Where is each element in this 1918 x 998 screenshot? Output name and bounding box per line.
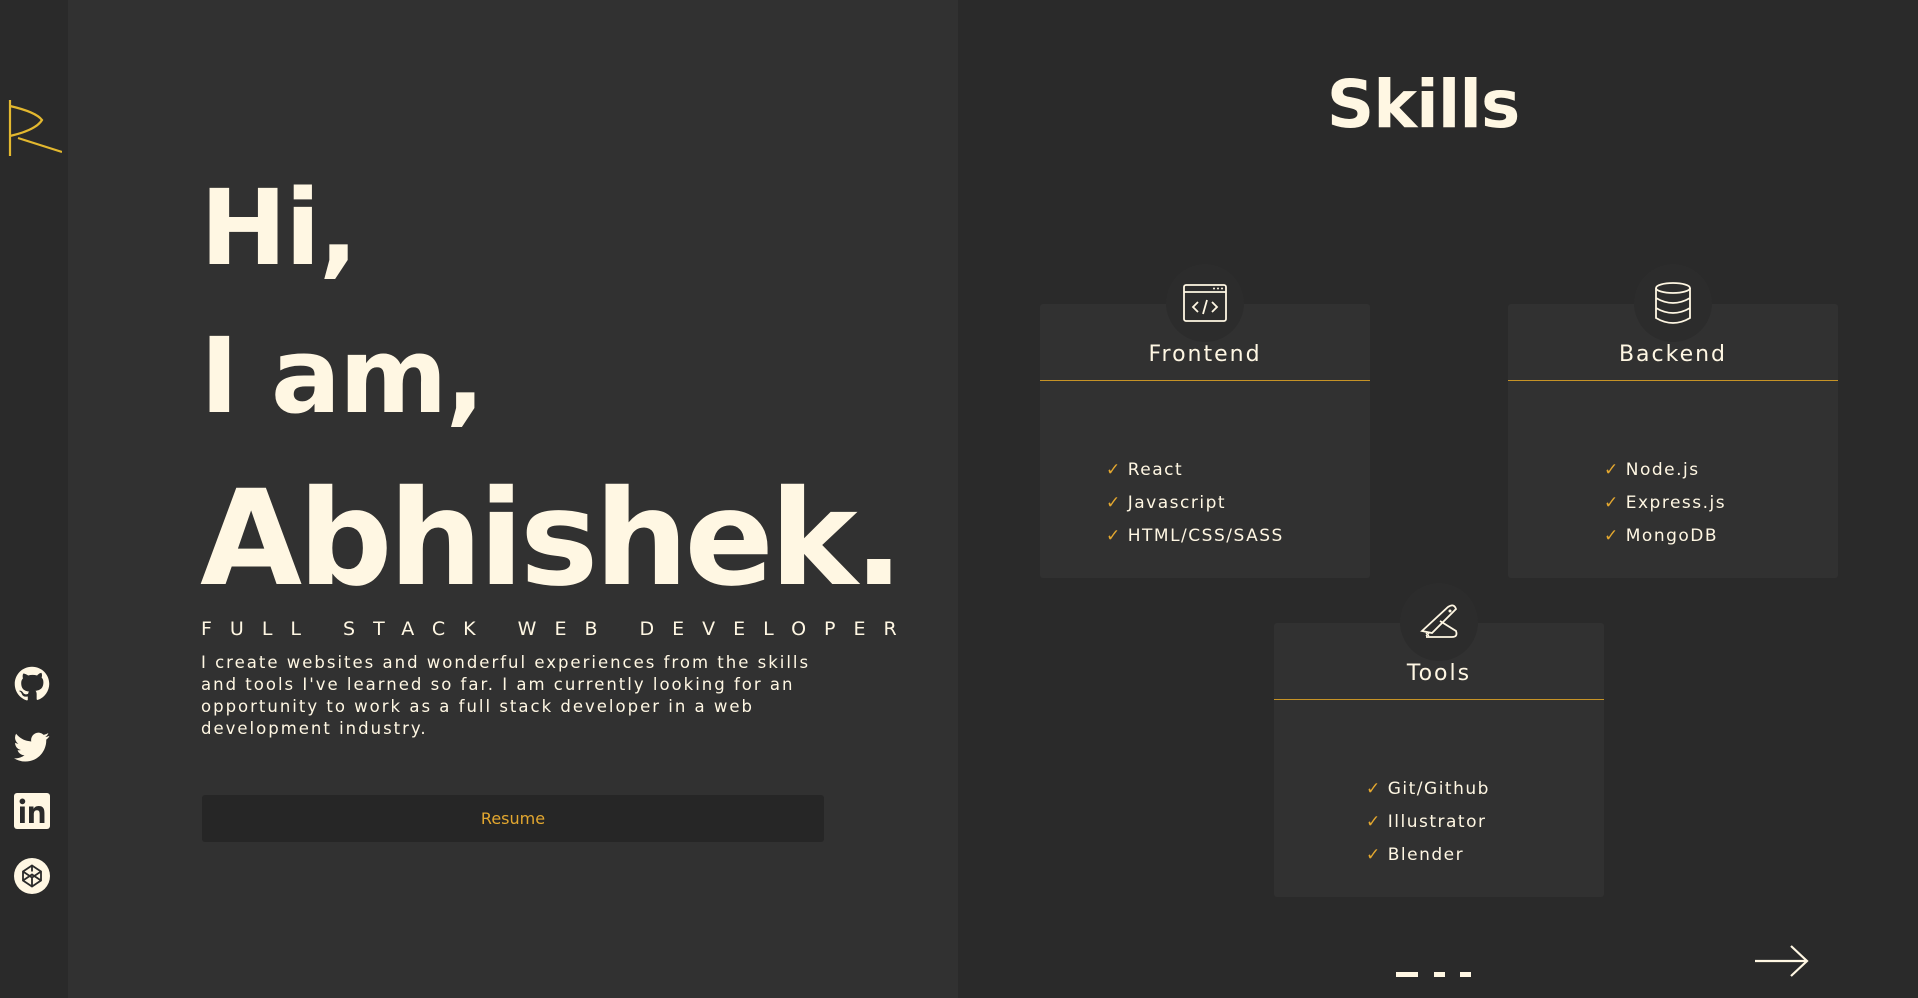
list-item: ✓ Illustrator [1366, 812, 1487, 832]
linkedin-link[interactable] [14, 793, 50, 829]
arrow-right-icon[interactable] [1753, 942, 1811, 980]
browser-code-icon [1166, 264, 1244, 342]
greeting-line-1: Hi, [200, 167, 358, 289]
check-icon: ✓ [1366, 845, 1382, 865]
list-item: ✓ Node.js [1604, 460, 1700, 480]
check-icon: ✓ [1106, 526, 1122, 546]
list-item: ✓ Express.js [1604, 493, 1727, 513]
intro-paragraph: I create websites and wonderful experien… [201, 653, 811, 738]
skill-card-tools: Tools ✓ Git/Github ✓ Illustrator ✓ Blender [1274, 583, 1604, 897]
card-title: Backend [1618, 342, 1728, 367]
pagination-dot-active[interactable] [1396, 972, 1418, 977]
list-item: ✓ HTML/CSS/SASS [1106, 526, 1284, 546]
role-subtitle: FULL STACK WEB DEVELOPER [201, 618, 915, 640]
resume-button[interactable]: Resume [202, 795, 824, 842]
list-item: ✓ Git/Github [1366, 779, 1490, 799]
check-icon: ✓ [1106, 493, 1122, 513]
monogram-logo-icon[interactable] [6, 98, 62, 158]
codepen-link[interactable] [14, 858, 50, 894]
check-icon: ✓ [1604, 493, 1620, 513]
github-link[interactable] [14, 666, 50, 702]
twitter-link[interactable] [14, 729, 50, 765]
check-icon: ✓ [1366, 812, 1382, 832]
check-icon: ✓ [1366, 779, 1382, 799]
list-item: ✓ Javascript [1106, 493, 1227, 513]
hero-section: Hi, I am, Abhishek. FULL STACK WEB DEVEL… [68, 0, 958, 998]
list-item: ✓ Blender [1366, 845, 1465, 865]
skill-card-frontend: Frontend ✓ React ✓ Javascript ✓ HTML/CSS/SA… [1040, 264, 1370, 578]
skills-section: Skills Frontend ✓ React ✓ Javascript ✓ HTML… [958, 0, 1918, 998]
sidebar [0, 0, 68, 998]
tools-icon [1400, 583, 1478, 661]
pagination-dot[interactable] [1460, 972, 1471, 977]
skill-list: ✓ Node.js ✓ Express.js ✓ MongoDB [1604, 454, 1726, 553]
linkedin-icon [14, 793, 50, 829]
list-item: ✓ MongoDB [1604, 526, 1719, 546]
check-icon: ✓ [1604, 526, 1620, 546]
skill-list: ✓ Git/Github ✓ Illustrator ✓ Blender [1366, 773, 1490, 872]
check-icon: ✓ [1106, 460, 1122, 480]
card-divider [1508, 380, 1838, 381]
skill-list: ✓ React ✓ Javascript ✓ HTML/CSS/SASS [1106, 454, 1284, 553]
skill-card-backend: Backend ✓ Node.js ✓ Express.js ✓ MongoDB [1508, 264, 1838, 578]
codepen-icon [14, 858, 50, 894]
card-divider [1040, 380, 1370, 381]
database-icon [1634, 264, 1712, 342]
name-heading: Abhishek. [200, 462, 904, 616]
greeting-line-2: I am, [200, 315, 485, 437]
twitter-icon [14, 732, 50, 762]
list-item: ✓ React [1106, 460, 1184, 480]
skills-title: Skills [1326, 66, 1521, 143]
card-divider [1274, 699, 1604, 700]
pagination-dot[interactable] [1434, 972, 1445, 977]
card-title: Tools [1406, 661, 1472, 686]
check-icon: ✓ [1604, 460, 1620, 480]
github-icon [14, 666, 50, 701]
card-title: Frontend [1148, 342, 1262, 367]
